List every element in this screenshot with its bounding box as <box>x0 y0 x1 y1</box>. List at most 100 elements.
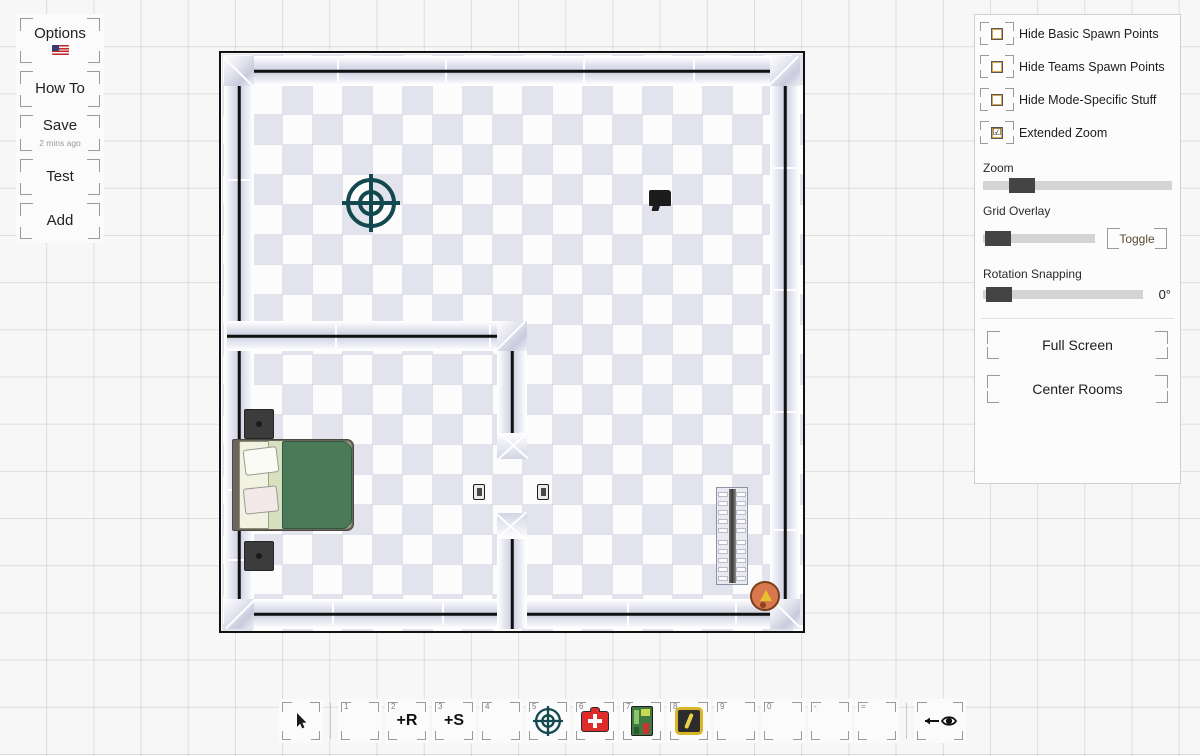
gold-tile-icon <box>675 707 703 735</box>
zoom-slider[interactable] <box>983 178 1172 193</box>
grid-overlay-slider-thumb[interactable] <box>985 231 1012 246</box>
wall-right[interactable] <box>770 59 800 629</box>
slot-number: = <box>861 702 866 711</box>
slot-number: 1 <box>344 702 349 711</box>
checkbox-row-extended-zoom[interactable]: ☑ Extended Zoom <box>975 118 1180 147</box>
sidebar-item-how-to[interactable]: How To <box>16 67 104 111</box>
checkbox-label: Hide Mode-Specific Stuff <box>1019 92 1157 107</box>
toolbar-slot-minus[interactable]: - <box>808 699 852 743</box>
bed-object[interactable] <box>232 439 354 531</box>
checkbox-label: Extended Zoom <box>1019 125 1108 140</box>
us-flag-icon <box>51 45 69 56</box>
sidebar-item-options[interactable]: Options <box>16 14 104 67</box>
toolbar-slot-6-medkit[interactable]: 6 <box>573 699 617 743</box>
bed-pillow <box>242 446 280 476</box>
rotation-snapping-slider[interactable] <box>983 287 1143 302</box>
checkbox-mark <box>991 27 1003 40</box>
round-pickup-item[interactable] <box>750 581 780 611</box>
sidebar-item-save[interactable]: Save 2 mins ago <box>16 111 104 155</box>
grid-overlay-label: Grid Overlay <box>983 204 1051 218</box>
map-canvas[interactable] <box>219 51 805 633</box>
wall-corner-tr <box>768 55 800 86</box>
toolbar-slot-4[interactable]: 4 <box>479 699 523 743</box>
sidebar-item-add[interactable]: Add <box>16 199 104 243</box>
panel-divider <box>981 318 1174 319</box>
wall-corner-tl <box>223 56 254 88</box>
preview-toggle-button[interactable] <box>914 699 966 743</box>
toolbar-slot-0[interactable]: 0 <box>761 699 805 743</box>
checkbox-row-hide-teams-spawn-points[interactable]: Hide Teams Spawn Points <box>975 52 1180 81</box>
toolbar-slot-2-room[interactable]: 2 +R <box>385 699 429 743</box>
checkbox-hide-mode-specific-stuff[interactable] <box>975 85 1019 114</box>
toolbar-slot-7-device[interactable]: 7 <box>620 699 664 743</box>
arrow-into-eye-icon <box>925 716 957 726</box>
grid-overlay-toggle-button[interactable]: Toggle <box>1103 224 1171 253</box>
bottom-toolbar: 1 2 +R 3 +S 4 5 6 7 8 9 0 - = <box>279 699 969 743</box>
slot-number: 2 <box>391 702 396 711</box>
checkbox-row-hide-basic-spawn-points[interactable]: Hide Basic Spawn Points <box>975 19 1180 48</box>
checkbox-hide-basic-spawn-points[interactable] <box>975 19 1019 48</box>
checkbox-extended-zoom[interactable]: ☑ <box>975 118 1019 147</box>
pistol-icon <box>649 190 671 206</box>
left-sidebar: Options How To Save 2 mins ago Test Add <box>16 14 104 243</box>
toolbar-slot-1[interactable]: 1 <box>338 699 382 743</box>
grid-overlay-slider[interactable] <box>983 231 1095 246</box>
pistol-item[interactable] <box>649 190 675 216</box>
wall-corner-interior <box>495 320 527 351</box>
rotation-snapping-label: Rotation Snapping <box>983 267 1082 281</box>
center-rooms-button[interactable]: Center Rooms <box>983 371 1172 407</box>
wall-corner-bl <box>224 599 256 630</box>
circuit-board-icon <box>631 706 653 736</box>
sidebar-item-label: Add <box>46 211 74 229</box>
cursor-arrow-icon <box>296 713 306 729</box>
light-switch[interactable] <box>537 484 549 500</box>
toolbar-slot-3-stairs[interactable]: 3 +S <box>432 699 476 743</box>
checkbox-hide-teams-spawn-points[interactable] <box>975 52 1019 81</box>
toolbar-separator <box>906 703 907 739</box>
checkbox-mark: ☑ <box>991 126 1003 139</box>
slot-shortcut: +R <box>396 712 418 729</box>
checkbox-row-hide-mode-specific-stuff[interactable]: Hide Mode-Specific Stuff <box>975 85 1180 114</box>
slot-number: - <box>814 702 817 711</box>
sidebar-item-label: How To <box>35 79 85 97</box>
spawn-point-marker[interactable] <box>340 172 402 239</box>
toolbar-slot-5-spawn-point[interactable]: 5 <box>526 699 570 743</box>
full-screen-button[interactable]: Full Screen <box>983 327 1172 363</box>
sidebar-item-label: Save <box>42 116 78 134</box>
slot-number: 9 <box>720 702 725 711</box>
wall-interior-horizontal[interactable] <box>227 321 527 351</box>
toolbar-select-tool[interactable] <box>279 699 323 743</box>
nightstand[interactable] <box>244 409 274 439</box>
slot-number: 6 <box>579 702 584 711</box>
zoom-slider-thumb[interactable] <box>1009 178 1036 193</box>
slot-number: 3 <box>438 702 443 711</box>
stair-railing <box>728 489 736 583</box>
staircase-object[interactable] <box>716 487 748 585</box>
crosshair-icon <box>342 174 400 232</box>
nightstand[interactable] <box>244 541 274 571</box>
light-switch[interactable] <box>473 484 485 500</box>
wall-top[interactable] <box>227 56 797 86</box>
save-timestamp: 2 mins ago <box>39 138 81 149</box>
rotation-snapping-row: 0° <box>975 287 1180 302</box>
bed-blanket <box>282 441 352 529</box>
toolbar-slot-equals[interactable]: = <box>855 699 899 743</box>
medkit-icon <box>581 706 609 732</box>
center-rooms-label: Center Rooms <box>1032 381 1123 397</box>
full-screen-label: Full Screen <box>1042 337 1113 353</box>
zoom-slider-row <box>975 178 1180 193</box>
slot-number: 5 <box>532 702 537 711</box>
wall-interior-vertical-lower[interactable] <box>497 539 527 629</box>
checkbox-mark <box>991 60 1003 73</box>
sidebar-item-label: Options <box>34 24 86 42</box>
sidebar-item-test[interactable]: Test <box>16 155 104 199</box>
toolbar-slot-9[interactable]: 9 <box>714 699 758 743</box>
pizza-slice-icon <box>760 590 772 601</box>
slot-number: 7 <box>626 702 631 711</box>
checkbox-label: Hide Teams Spawn Points <box>1019 59 1165 74</box>
toolbar-slot-8-gold-tile[interactable]: 8 <box>667 699 711 743</box>
rotation-snapping-slider-thumb[interactable] <box>986 287 1013 302</box>
slot-number: 8 <box>673 702 678 711</box>
toggle-label: Toggle <box>1119 231 1155 246</box>
bed-pillow <box>242 485 280 515</box>
